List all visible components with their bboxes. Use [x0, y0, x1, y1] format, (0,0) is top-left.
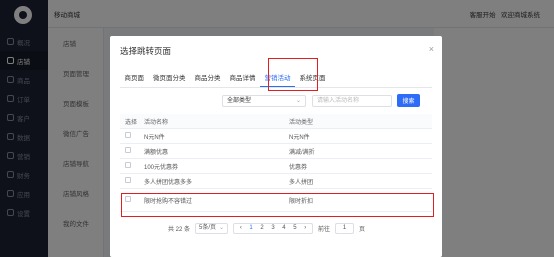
- activity-name: 满额优惠: [144, 149, 169, 156]
- page-size-select[interactable]: 5条/页 ⌄: [195, 222, 229, 234]
- page-number[interactable]: 4: [282, 225, 285, 231]
- table-row[interactable]: N元N件 N元N件: [120, 129, 432, 144]
- goto-page-input[interactable]: 1: [335, 222, 355, 234]
- prev-page-icon[interactable]: ‹: [240, 225, 242, 231]
- page-size-value: 5条/页: [199, 224, 217, 231]
- page-numbers: ‹ 1 2 3 4 5 ›: [233, 222, 314, 234]
- search-button[interactable]: 搜索: [397, 94, 420, 107]
- type-select[interactable]: 全部类型 ⌄: [222, 95, 306, 107]
- close-icon[interactable]: ×: [429, 44, 434, 54]
- page-number[interactable]: 3: [271, 225, 274, 231]
- activity-type: 多人拼团: [289, 179, 314, 186]
- page-suffix: 页: [359, 226, 366, 233]
- chevron-down-icon: ⌄: [218, 224, 225, 231]
- next-page-icon[interactable]: ›: [304, 225, 306, 231]
- type-select-value: 全部类型: [227, 98, 252, 104]
- tab-product-category[interactable]: 商品分类: [190, 74, 225, 87]
- activity-name: 多人拼团优惠多多: [144, 179, 193, 186]
- header-name: 活动名称: [144, 119, 169, 126]
- activity-name: N元N件: [144, 134, 165, 141]
- activity-type: N元N件: [289, 134, 310, 141]
- tab-micro-page-category[interactable]: 微页面分类: [149, 74, 191, 87]
- table-row[interactable]: 多人拼团优惠多多 多人拼团: [120, 174, 432, 189]
- page-number[interactable]: 5: [293, 225, 296, 231]
- row-checkbox[interactable]: [125, 132, 131, 138]
- activity-name: 100元优惠券: [144, 164, 179, 171]
- pagination: 共 22 条 5条/页 ⌄ ‹ 1 2 3 4 5 › 前往 1 页: [168, 222, 365, 234]
- total-count: 共 22 条: [168, 226, 191, 233]
- highlight-row-annotation: [121, 193, 434, 217]
- table-row[interactable]: 100元优惠券 优惠券: [120, 159, 432, 174]
- search-input[interactable]: [312, 95, 392, 107]
- activity-type: 满减/满折: [289, 149, 315, 156]
- tab-shop-page[interactable]: 商页面: [120, 74, 149, 87]
- row-checkbox[interactable]: [125, 162, 131, 168]
- table-row[interactable]: 满额优惠 满减/满折: [120, 144, 432, 159]
- dialog-title: 选择跳转页面: [120, 46, 172, 56]
- row-checkbox[interactable]: [125, 147, 131, 153]
- activity-type: 优惠券: [289, 164, 308, 171]
- chevron-down-icon: ⌄: [295, 98, 301, 104]
- header-type: 活动类型: [289, 119, 314, 126]
- highlight-tab-annotation: [268, 58, 318, 91]
- row-checkbox[interactable]: [125, 177, 131, 183]
- goto-label: 前往: [318, 226, 331, 233]
- table-header: 选择 活动名称 活动类型: [120, 114, 432, 129]
- page-number[interactable]: 1: [249, 225, 252, 231]
- header-select: 选择: [125, 119, 138, 126]
- page-number[interactable]: 2: [260, 225, 263, 231]
- tab-product-detail[interactable]: 商品详情: [225, 74, 260, 87]
